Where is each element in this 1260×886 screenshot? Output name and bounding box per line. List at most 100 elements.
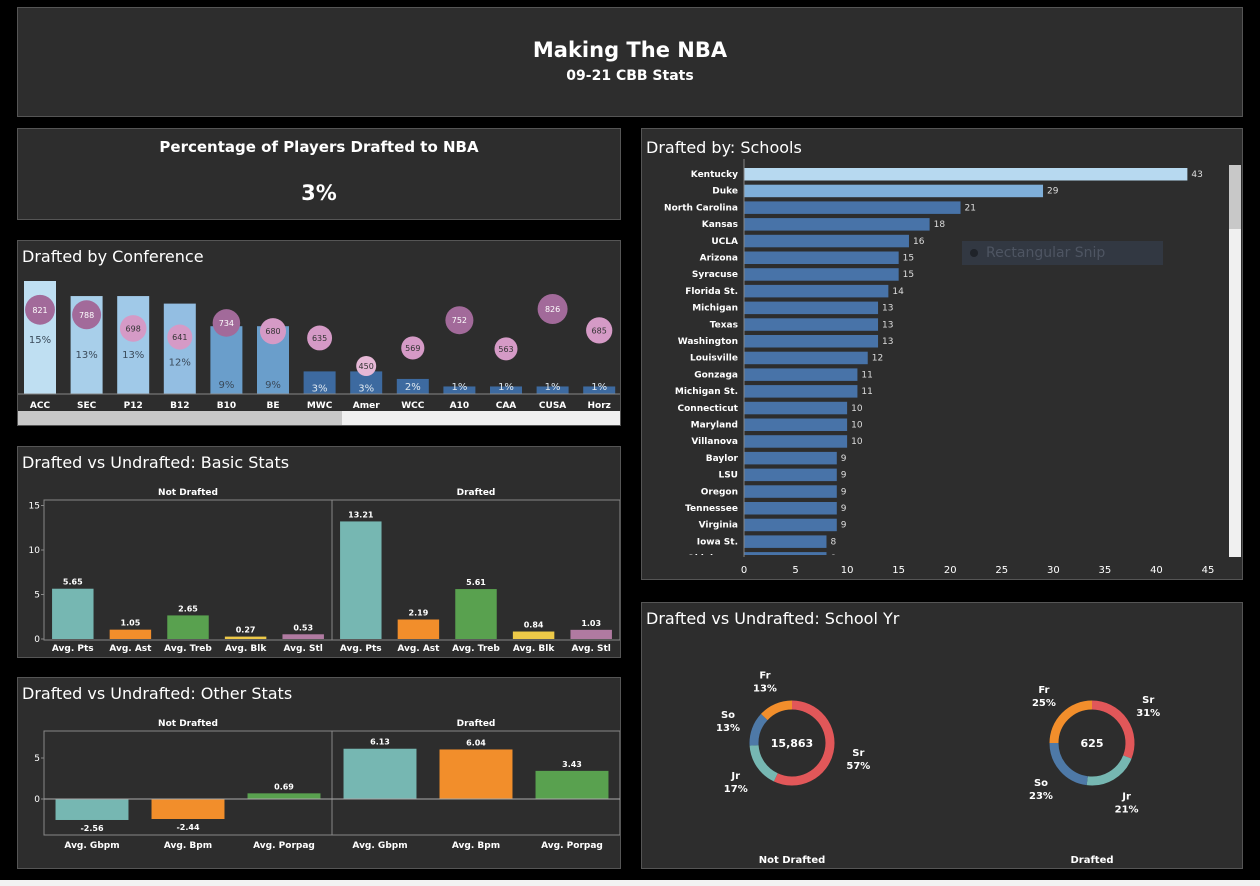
stat-value-label: 6.04	[466, 738, 486, 747]
school-bar	[744, 502, 837, 515]
donut-slice	[761, 700, 793, 721]
stat-bar	[151, 799, 225, 820]
panel-header: Drafted	[457, 719, 496, 729]
school-label: LSU	[718, 471, 738, 481]
schools-x-tick: 35	[1099, 565, 1112, 576]
stat-bar	[535, 770, 609, 799]
donut-slice-pct: 31%	[1136, 708, 1160, 719]
school-value-label: 11	[861, 370, 872, 380]
school-year-chart: Sr 57% Jr 17% So 13% Fr 13% 15,863 Not Drafted Sr 3…	[716, 671, 1160, 866]
stat-bar	[224, 636, 267, 639]
stat-category-label: Avg. Gbpm	[352, 841, 407, 851]
header-panel: Making The NBA 09-21 CBB Stats	[17, 7, 1243, 117]
conference-tick-label: BE	[266, 401, 279, 411]
stat-bar	[167, 615, 209, 639]
conference-tick-label: CAA	[496, 401, 517, 411]
school-value-label: 9	[841, 504, 847, 514]
conference-bubble-label: 635	[312, 334, 327, 343]
y-tick-label: 0	[34, 635, 40, 645]
conference-pct-label: 1%	[498, 382, 514, 393]
schools-x-tick: 30	[1047, 565, 1060, 576]
school-label: Arizona	[700, 254, 738, 264]
donut-chart-name: Drafted	[1070, 855, 1113, 866]
school-label: Michigan	[692, 304, 738, 314]
donut-slice-pct: 17%	[724, 784, 748, 795]
y-tick-label: 15	[29, 502, 40, 512]
stat-category-label: Avg. Ast	[109, 644, 152, 654]
school-bar	[744, 485, 837, 498]
conference-tick-label: B12	[170, 401, 189, 411]
stat-value-label: 2.65	[178, 604, 198, 613]
donut-slice-name: Jr	[730, 771, 740, 782]
vertical-scrollbar[interactable]	[1229, 165, 1241, 557]
school-label: Duke	[712, 187, 738, 197]
stat-value-label: -2.44	[176, 823, 199, 832]
stat-value-label: 0.27	[236, 626, 256, 635]
stat-category-label: Avg. Blk	[513, 644, 555, 654]
schools-x-tick: 15	[892, 565, 905, 576]
stat-bar	[512, 631, 555, 639]
y-tick-label: 5	[34, 754, 40, 764]
page-subtitle: 09-21 CBB Stats	[566, 68, 694, 84]
stat-value-label: 1.03	[581, 619, 601, 628]
y-tick-label: 5	[34, 591, 40, 601]
stat-value-label: 2.19	[409, 609, 429, 618]
school-bar	[744, 451, 837, 465]
stat-value-label: 1.05	[121, 619, 141, 628]
snip-popup[interactable]: Rectangular Snip	[962, 241, 1163, 265]
stat-category-label: Avg. Bpm	[452, 841, 500, 851]
stat-category-label: Avg. Bpm	[164, 841, 212, 851]
other-stats-chart: Not Drafted -2.56 Avg. Gbpm -2.44 Avg. Bpm 0.…	[34, 719, 620, 851]
conference-pct-label: 9%	[265, 380, 281, 391]
school-value-label: 9	[841, 521, 847, 531]
kpi-title: Percentage of Players Drafted to NBA	[159, 138, 479, 156]
stat-bar	[455, 589, 497, 639]
conference-tick-label: P12	[124, 401, 143, 411]
stat-value-label: 13.21	[348, 510, 374, 519]
stat-value-label: 0.84	[524, 621, 544, 630]
conference-bubble-label: 563	[498, 345, 513, 354]
stat-category-label: Avg. Pts	[340, 644, 382, 654]
conference-bubble-label: 685	[592, 326, 607, 335]
stat-category-label: Avg. Stl	[284, 644, 323, 654]
y-tick-label: 0	[34, 795, 40, 805]
school-bar	[744, 168, 1188, 181]
stat-bar	[340, 521, 382, 639]
stat-bar	[55, 799, 129, 820]
conference-bubble-label: 788	[79, 311, 94, 320]
school-bar	[744, 184, 1044, 198]
school-value-label: 21	[965, 203, 976, 213]
panel-header: Not Drafted	[158, 719, 218, 729]
stat-value-label: 0.53	[293, 623, 313, 632]
schools-x-tick: 0	[741, 565, 747, 576]
donut-chart-name: Not Drafted	[759, 855, 826, 866]
conference-pct-label: 1%	[545, 382, 561, 393]
conference-bar	[117, 296, 150, 394]
school-bar	[744, 301, 879, 315]
donut-slice-pct: 13%	[716, 723, 740, 734]
stat-bar	[439, 749, 513, 799]
school-bar	[744, 251, 899, 264]
donut-center-label: 15,863	[771, 737, 813, 750]
donut-slice-pct: 23%	[1029, 791, 1053, 802]
donut-slice	[749, 713, 768, 746]
donut-slice-name: So	[1034, 778, 1048, 789]
schools-x-tick: 45	[1202, 565, 1215, 576]
conference-bubble-label: 450	[359, 362, 374, 371]
school-label: Baylor	[706, 454, 739, 464]
scrollbar-thumb[interactable]	[1229, 165, 1241, 229]
school-bar	[744, 535, 827, 548]
donut-slice-pct: 13%	[753, 684, 777, 695]
kpi-value: 3%	[301, 181, 337, 205]
school-bar	[744, 435, 848, 448]
stat-value-label: 0.69	[274, 782, 294, 791]
stat-bar	[52, 588, 94, 639]
school-value-label: 9	[841, 487, 847, 497]
donut-slice-name: Sr	[1142, 695, 1154, 706]
conference-pct-label: 2%	[405, 382, 421, 393]
school-bar	[744, 385, 858, 398]
stat-category-label: Avg. Gbpm	[64, 841, 119, 851]
conference-bubble-label: 734	[219, 319, 234, 328]
donut-slice-name: Sr	[852, 748, 864, 759]
school-bar	[744, 335, 879, 348]
